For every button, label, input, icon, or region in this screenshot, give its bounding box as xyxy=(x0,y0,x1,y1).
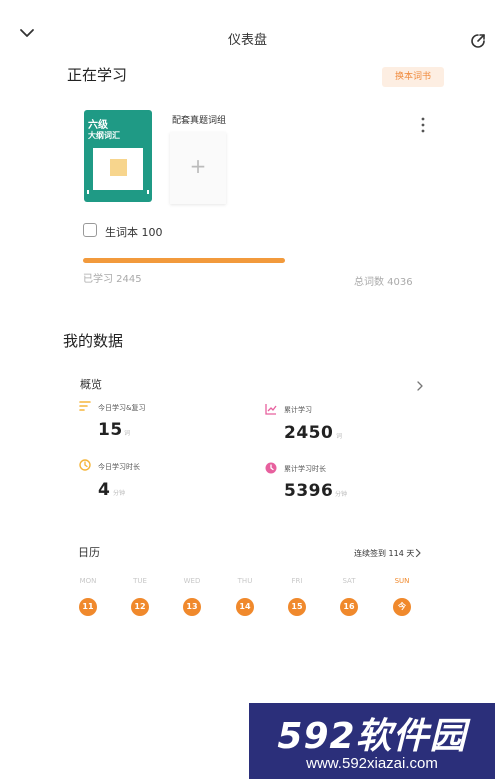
weekday-label: THU xyxy=(237,577,253,585)
external-link-icon[interactable] xyxy=(469,32,487,50)
weekday-label: WED xyxy=(183,577,201,585)
clock-icon xyxy=(265,462,277,474)
calendar-day[interactable]: 14 xyxy=(236,598,254,616)
stat-label: 今日学习&复习 xyxy=(98,404,146,412)
addon-label: 配套真题词组 xyxy=(172,116,227,126)
watermark-logo: 592软件园 xyxy=(277,716,467,757)
study-progress-bar xyxy=(83,258,285,263)
stat-unit: 分钟 xyxy=(335,491,348,498)
stat-unit: 词 xyxy=(336,433,343,440)
stat-value: 2450 xyxy=(284,423,334,443)
book-cover-title: 六级 xyxy=(88,120,108,131)
book-cover-mark xyxy=(147,190,149,194)
chevron-right-icon[interactable] xyxy=(415,548,422,558)
chevron-right-icon[interactable] xyxy=(416,380,424,392)
weekday-label-today: SUN xyxy=(394,577,410,585)
total-words: 总词数 4036 xyxy=(354,277,413,288)
weekday-label: TUE xyxy=(133,577,147,585)
streak-link[interactable]: 连续签到 114 天 xyxy=(354,548,414,559)
watermark-url: www.592xiazai.com xyxy=(306,755,438,772)
calendar-day[interactable]: 12 xyxy=(131,598,149,616)
weekday-label: MON xyxy=(79,577,97,585)
stat-unit: 词 xyxy=(124,430,131,437)
trend-chart-icon xyxy=(265,404,277,415)
learned-count: 已学习 2445 xyxy=(83,274,142,285)
watermark: 592软件园 www.592xiazai.com xyxy=(249,703,495,779)
calendar-title: 日历 xyxy=(78,546,100,559)
add-phrase-book-button[interactable]: + xyxy=(170,132,226,204)
calendar-day[interactable]: 13 xyxy=(183,598,201,616)
book-cover-mark xyxy=(87,190,89,194)
stat-label: 累计学习 xyxy=(284,406,312,414)
calendar-day-today[interactable]: 今 xyxy=(393,598,411,616)
book-cover-square xyxy=(110,159,127,176)
weekday-label: FRI xyxy=(291,577,303,585)
calendar-day[interactable]: 11 xyxy=(79,598,97,616)
stat-value: 5396 xyxy=(284,481,334,501)
vocab-book-label: 生词本 100 xyxy=(105,226,163,239)
stat-unit: 分钟 xyxy=(113,490,126,497)
stat-value: 4 xyxy=(98,480,111,500)
book-cover-subtitle: 大纲词汇 xyxy=(88,131,120,140)
change-book-button[interactable]: 换本词书 xyxy=(382,67,444,87)
my-data-title: 我的数据 xyxy=(63,332,124,350)
book-cover[interactable]: 六级 大纲词汇 xyxy=(84,110,152,202)
page-title: 仪表盘 xyxy=(227,33,267,48)
calendar-day[interactable]: 15 xyxy=(288,598,306,616)
studying-title: 正在学习 xyxy=(67,66,128,84)
stat-value: 15 xyxy=(98,420,123,440)
vocab-book-checkbox[interactable] xyxy=(83,223,97,237)
book-cover-art xyxy=(93,148,143,190)
clock-icon xyxy=(79,459,91,471)
calendar-day[interactable]: 16 xyxy=(340,598,358,616)
overview-title: 概览 xyxy=(80,378,102,391)
list-icon xyxy=(79,401,91,411)
stat-label: 累计学习时长 xyxy=(284,465,326,473)
stat-label: 今日学习时长 xyxy=(98,463,140,471)
plus-icon: + xyxy=(189,154,207,178)
weekday-label: SAT xyxy=(342,577,356,585)
more-options-icon[interactable] xyxy=(418,116,428,134)
